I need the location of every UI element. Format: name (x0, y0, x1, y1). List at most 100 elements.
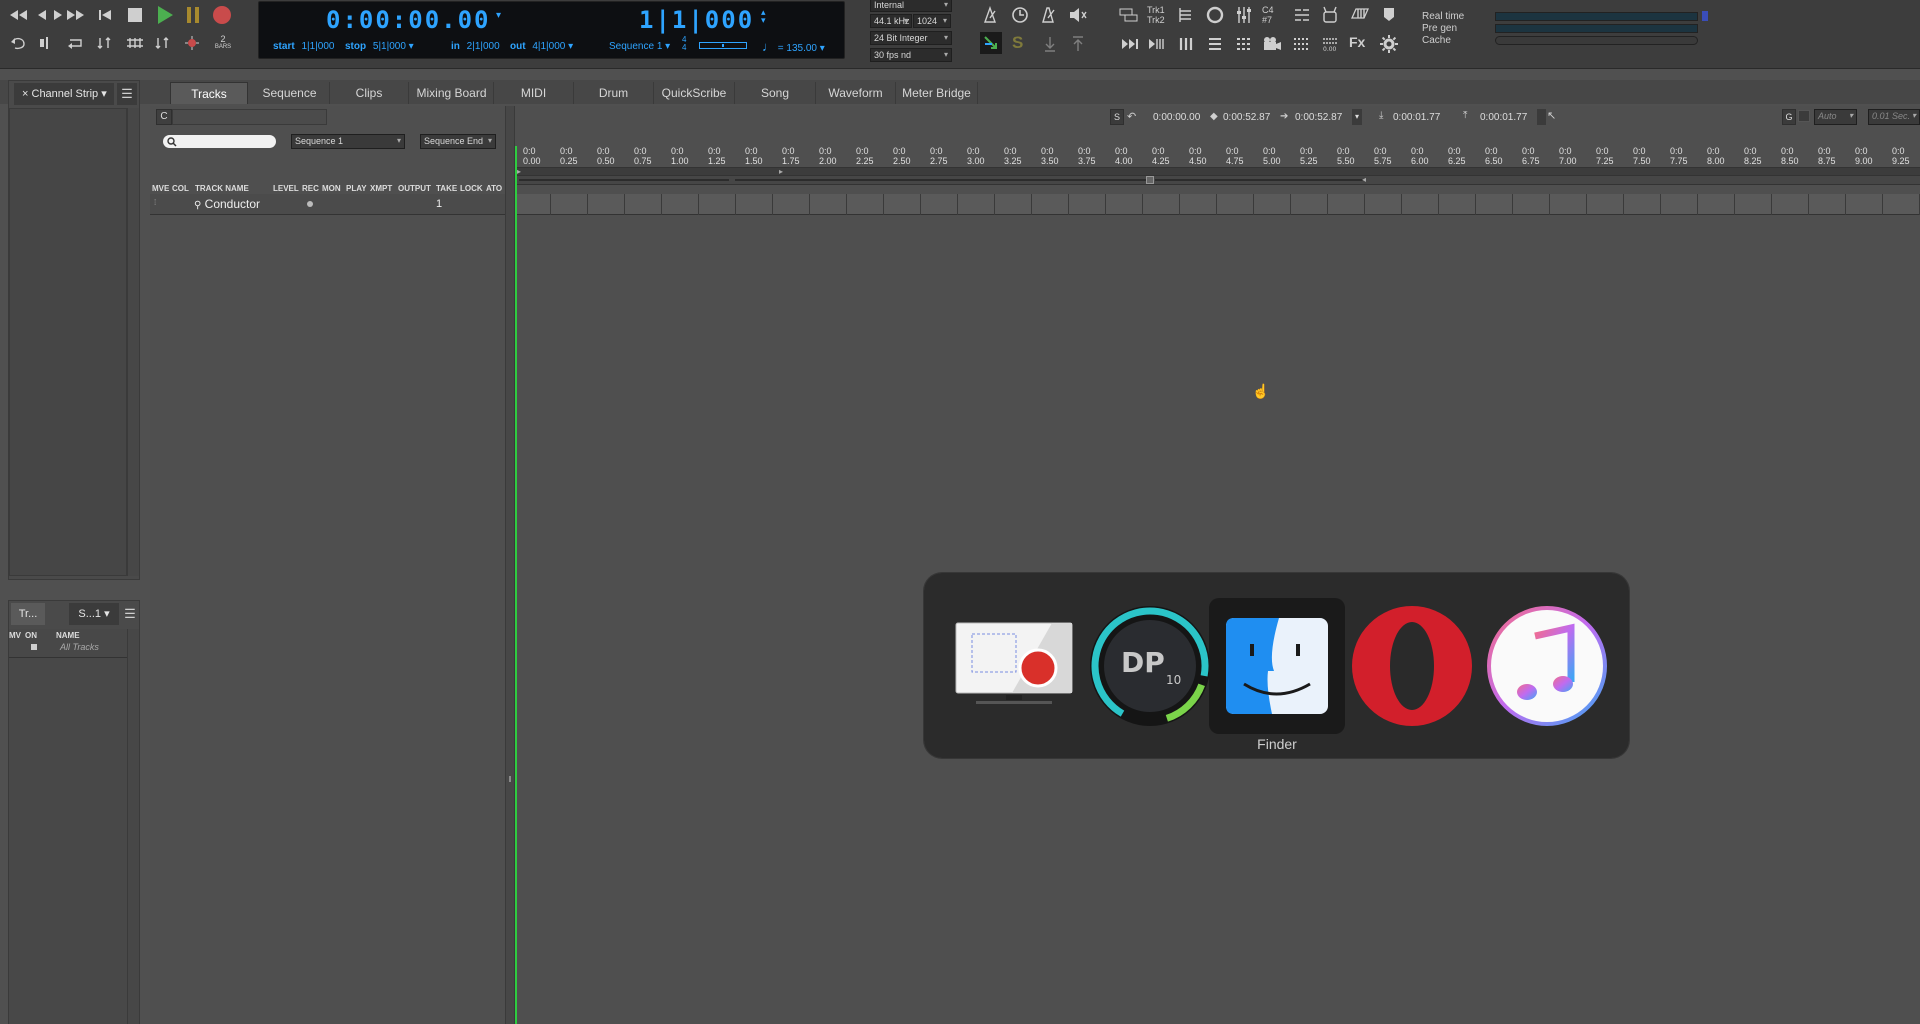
close-icon[interactable]: × (22, 88, 28, 100)
sequence-selector[interactable]: Sequence 1 ▾ (609, 41, 670, 52)
all-tracks-item[interactable]: All Tracks (60, 642, 99, 652)
col-header-mon[interactable]: MON (322, 184, 341, 193)
col-header-play[interactable]: PLAY (346, 184, 367, 193)
event-list-icon[interactable] (1234, 34, 1254, 54)
skip-icon[interactable] (1120, 34, 1140, 54)
track-selector-scrollbar[interactable] (127, 629, 139, 1024)
mixer-faders-icon[interactable] (1234, 5, 1254, 25)
channel-strip-header[interactable]: × Channel Strip ▾ (14, 83, 114, 105)
counter-icon[interactable]: 0.00 (1320, 34, 1340, 54)
sequence-end-lane[interactable]: ◂ (515, 175, 1920, 185)
movie-camera-icon[interactable] (1262, 34, 1282, 54)
effects-fx-icon[interactable]: Fx (1349, 34, 1365, 50)
bars-icon[interactable] (1176, 34, 1196, 54)
tempo-slider[interactable] (699, 42, 747, 49)
rewind-icon[interactable] (9, 6, 29, 24)
tab-drum[interactable]: Drum (574, 82, 654, 104)
table-row[interactable]: ⁞ ⚲ Conductor 1 (150, 194, 505, 215)
step-forward-icon[interactable] (49, 6, 67, 24)
frame-rate-selector[interactable]: 30 fps nd (870, 48, 952, 62)
metronome-click-icon[interactable] (980, 5, 1000, 25)
g-button[interactable]: G (1782, 109, 1796, 125)
col-header-output[interactable]: OUTPUT (398, 184, 431, 193)
grid-size-menu[interactable]: 0.01 Sec. (1868, 109, 1920, 125)
track-selector[interactable]: Trk1 Trk2 (1147, 5, 1165, 25)
col-header-col[interactable]: COL (172, 184, 189, 193)
col-header-ato[interactable]: ATO (486, 184, 502, 193)
col-header-xmpt[interactable]: XMPT (370, 184, 392, 193)
loop-icon[interactable] (67, 34, 85, 52)
sequence-selector-tab[interactable]: S...1 ▾ (69, 603, 119, 625)
tab-waveform[interactable]: Waveform (816, 82, 896, 104)
overdub-icon[interactable] (126, 34, 144, 52)
tab-midi[interactable]: MIDI (494, 82, 574, 104)
time-dropdown[interactable]: ▾ (1352, 109, 1362, 125)
channel-strip-scrollbar[interactable] (127, 108, 139, 576)
metronome-icon[interactable] (1038, 5, 1058, 25)
tab-tracks[interactable]: Tracks (170, 82, 248, 104)
col-header-level[interactable]: LEVEL (273, 184, 299, 193)
count-in-icon[interactable] (183, 34, 201, 52)
pane-splitter[interactable] (505, 106, 515, 1024)
app-digital-performer[interactable]: DP 10 (1082, 598, 1218, 734)
take-value[interactable]: 1 (436, 198, 442, 210)
sequence-end-marker-icon[interactable]: ◂ (1362, 175, 1366, 184)
move-handle-icon[interactable]: ⁞ (154, 198, 156, 207)
bar-counter[interactable]: 1|1|000 (639, 6, 754, 34)
out-field[interactable]: out 4|1|000 ▾ (510, 41, 573, 52)
track-selector-menu-icon[interactable]: ☰ (121, 603, 139, 625)
search-input[interactable] (163, 135, 276, 148)
in-field[interactable]: in 2|1|000 (451, 41, 500, 52)
sync-selector[interactable]: Internal (870, 0, 952, 12)
app-screen-recorder[interactable] (946, 598, 1082, 734)
solo-s-icon[interactable]: S (1012, 33, 1023, 53)
quantize-icon[interactable] (1292, 5, 1312, 25)
tab-mixing-board[interactable]: Mixing Board (410, 82, 494, 104)
grid-icon[interactable] (1292, 34, 1312, 54)
pointer-tool-icon[interactable]: ↖ (1547, 109, 1561, 125)
sequence-menu[interactable]: Sequence 1 (291, 134, 405, 149)
punch-in-icon[interactable] (1040, 34, 1060, 54)
conductor-track-name[interactable]: ⚲ Conductor (194, 197, 260, 211)
pause-button[interactable] (183, 5, 203, 25)
auto-menu[interactable]: Auto (1814, 109, 1857, 125)
bar-counter-stepper-icon[interactable]: ▴ ▾ (761, 8, 766, 25)
loop-handle[interactable] (1146, 176, 1154, 184)
tracks-selector-tab[interactable]: Tr... (11, 603, 45, 625)
memory-cycle-icon[interactable] (96, 34, 114, 52)
tempo-field[interactable]: ♩ = 135.00 ▾ (762, 39, 825, 54)
col-header-mve[interactable]: MVE (152, 184, 169, 193)
settings-gear-icon[interactable] (1379, 34, 1399, 54)
time-out-field[interactable]: 0:00:01.77 (1480, 112, 1527, 123)
col-header-lock[interactable]: LOCK (460, 184, 483, 193)
tab-meter-bridge[interactable]: Meter Bridge (896, 82, 978, 104)
conductor-track-lane[interactable] (515, 194, 1920, 215)
time-end-field-1[interactable]: 0:00:52.87 (1223, 112, 1270, 123)
track-overlap-icon[interactable] (1118, 5, 1140, 25)
all-tracks-toggle[interactable] (31, 644, 37, 650)
app-finder[interactable] (1209, 598, 1345, 734)
return-to-zero-icon[interactable]: ↶ (1127, 110, 1136, 123)
bars-count[interactable]: 2 BARS (213, 35, 233, 51)
sequence-end-menu[interactable]: Sequence End (420, 134, 496, 149)
time-in-field[interactable]: 0:00:01.77 (1393, 112, 1440, 123)
circle-icon[interactable] (1205, 5, 1225, 25)
app-opera[interactable] (1344, 598, 1480, 734)
auto-rewind-icon[interactable] (154, 34, 172, 52)
bit-depth-selector[interactable]: 24 Bit Integer (870, 31, 952, 45)
s-button[interactable]: S (1110, 109, 1124, 125)
jump-icon[interactable] (1147, 34, 1167, 54)
time-start-field[interactable]: 0:00:00.00 (1153, 112, 1200, 123)
list-tree-icon[interactable] (1176, 5, 1196, 25)
app-itunes[interactable] (1479, 598, 1615, 734)
play-start-marker-icon[interactable]: ▸ (779, 167, 783, 176)
meter-display[interactable]: 4 4 (682, 36, 686, 52)
tab-quickscribe[interactable]: QuickScribe (654, 82, 735, 104)
playhead-cursor[interactable] (515, 146, 517, 1024)
fast-forward-icon[interactable] (66, 6, 86, 24)
clock-icon[interactable] (1010, 5, 1030, 25)
time-end-field-2[interactable]: 0:00:52.87 (1295, 112, 1342, 123)
channel-strip-menu-icon[interactable]: ☰ (117, 83, 137, 105)
col-header-take[interactable]: TAKE (436, 184, 457, 193)
keyboard-icon[interactable] (1349, 5, 1371, 25)
